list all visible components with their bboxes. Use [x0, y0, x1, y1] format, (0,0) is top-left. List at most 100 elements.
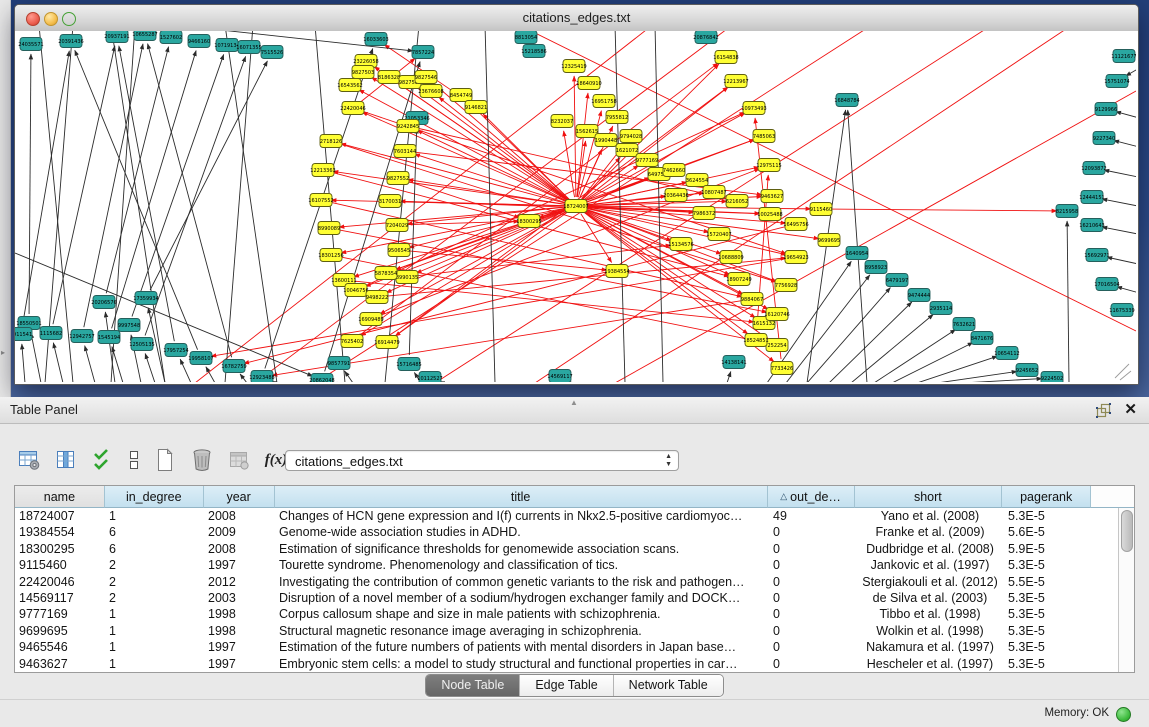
- graph-node[interactable]: 20862048: [309, 374, 334, 383]
- graph-edge[interactable]: [53, 46, 115, 324]
- graph-edge[interactable]: [485, 31, 495, 382]
- column-header-year[interactable]: year: [204, 486, 275, 508]
- table-row[interactable]: 946554611997Estimation of the future num…: [15, 639, 1119, 655]
- graph-node[interactable]: 15751074: [1104, 75, 1129, 88]
- graph-node[interactable]: 16848784: [834, 94, 859, 107]
- tab-network-table[interactable]: Network Table: [613, 675, 723, 696]
- graph-node[interactable]: 20364436: [663, 189, 688, 202]
- graph-node[interactable]: 252254: [766, 339, 788, 352]
- graph-edge[interactable]: [830, 209, 1057, 211]
- cell-title[interactable]: Structural magnetic resonance image aver…: [275, 623, 769, 639]
- graph-edge[interactable]: [1102, 227, 1136, 235]
- cell-outde[interactable]: 0: [769, 656, 856, 672]
- graph-edge[interactable]: [1067, 221, 1069, 382]
- graph-node[interactable]: 7986372: [693, 207, 715, 220]
- cell-indegree[interactable]: 2: [105, 574, 204, 590]
- graph-edge[interactable]: [408, 251, 607, 270]
- graph-node[interactable]: 10112527: [417, 372, 442, 383]
- graph-node[interactable]: 9463627: [761, 190, 783, 203]
- cell-short[interactable]: Franke et al. (2009): [856, 524, 1004, 540]
- graph-edge[interactable]: [962, 379, 1042, 382]
- cell-pagerank[interactable]: 5.3E-5: [1004, 623, 1093, 639]
- cell-outde[interactable]: 0: [769, 524, 856, 540]
- graph-node[interactable]: 10807487: [701, 186, 726, 199]
- graph-node[interactable]: 7515526: [261, 46, 283, 59]
- graph-edge[interactable]: [1116, 112, 1136, 119]
- graph-node[interactable]: 12505135: [129, 338, 154, 351]
- graph-node[interactable]: 9827503: [352, 66, 374, 79]
- delete-column-icon[interactable]: [189, 447, 215, 473]
- graph-node[interactable]: 16107552: [308, 194, 333, 207]
- graph-node[interactable]: 3170031: [379, 195, 401, 208]
- cell-pagerank[interactable]: 5.9E-5: [1004, 541, 1093, 557]
- memory-status-icon[interactable]: [1116, 707, 1131, 722]
- cell-title[interactable]: Corpus callosum shape and size in male p…: [275, 606, 769, 622]
- cell-short[interactable]: Jankovic et al. (1997): [856, 557, 1004, 573]
- cell-outde[interactable]: 0: [769, 574, 856, 590]
- cell-indegree[interactable]: 1: [105, 639, 204, 655]
- graph-edge[interactable]: [145, 56, 246, 335]
- graph-edge[interactable]: [145, 353, 155, 382]
- graph-node[interactable]: 5878354: [375, 267, 397, 280]
- cell-pagerank[interactable]: 5.3E-5: [1004, 656, 1093, 672]
- graph-node[interactable]: 9224502: [1041, 372, 1063, 383]
- table-row[interactable]: 1872400712008Changes of HCN gene express…: [15, 508, 1119, 524]
- graph-node[interactable]: 10025488: [757, 208, 782, 221]
- graph-node[interactable]: 18524851: [743, 334, 768, 347]
- row-height-icon[interactable]: [127, 447, 141, 473]
- graph-node[interactable]: 9498222: [366, 291, 388, 304]
- cell-indegree[interactable]: 6: [105, 524, 204, 540]
- graph-edge[interactable]: [244, 226, 788, 363]
- graph-node[interactable]: 1115682: [40, 327, 62, 340]
- graph-node[interactable]: 14569117: [547, 370, 572, 383]
- graph-node[interactable]: 15692971: [1084, 249, 1109, 262]
- graph-edge[interactable]: [1115, 364, 1129, 378]
- table-row[interactable]: 1830029562008Estimation of significance …: [15, 541, 1119, 557]
- graph-node[interactable]: 9227340: [1093, 132, 1115, 145]
- graph-node[interactable]: 16120746: [764, 308, 789, 321]
- graph-node[interactable]: 9699695: [818, 234, 840, 247]
- graph-edge[interactable]: [225, 31, 253, 382]
- graph-node[interactable]: 7603144: [394, 145, 416, 158]
- cell-name[interactable]: 9777169: [15, 606, 105, 622]
- cell-title[interactable]: Estimation of significance thresholds fo…: [275, 541, 769, 557]
- cell-year[interactable]: 1998: [204, 606, 275, 622]
- graph-node[interactable]: 1640954: [846, 247, 868, 260]
- column-header-short[interactable]: short: [855, 486, 1003, 508]
- graph-node[interactable]: 16071355: [236, 41, 261, 54]
- cell-short[interactable]: Nakamura et al. (1997): [856, 639, 1004, 655]
- graph-edge[interactable]: [240, 374, 247, 382]
- cell-name[interactable]: 22420046: [15, 574, 105, 590]
- cell-short[interactable]: Wolkin et al. (1998): [856, 623, 1004, 639]
- cell-pagerank[interactable]: 5.3E-5: [1004, 606, 1093, 622]
- graph-edge[interactable]: [829, 302, 912, 382]
- cell-year[interactable]: 1997: [204, 639, 275, 655]
- graph-node[interactable]: 11121677: [1111, 50, 1136, 63]
- graph-node[interactable]: 9884067: [741, 293, 763, 306]
- graph-hub-node[interactable]: 18724007: [563, 200, 588, 213]
- graph-node[interactable]: 20391436: [58, 35, 83, 48]
- graph-edge[interactable]: [1120, 371, 1131, 380]
- graph-edge[interactable]: [727, 371, 731, 382]
- graph-edge[interactable]: [615, 91, 1136, 382]
- graph-node[interactable]: 18640910: [576, 77, 601, 90]
- graph-edge[interactable]: [31, 333, 41, 382]
- graph-edge[interactable]: [851, 314, 933, 382]
- graph-node[interactable]: 24035571: [18, 38, 43, 51]
- graph-node[interactable]: 18907249: [726, 273, 751, 286]
- graph-node[interactable]: 7955812: [606, 111, 628, 124]
- graph-node[interactable]: 15134576: [668, 238, 693, 251]
- graph-node[interactable]: 7756928: [775, 279, 797, 292]
- cell-name[interactable]: 9465546: [15, 639, 105, 655]
- cell-short[interactable]: Hescheler et al. (1997): [856, 656, 1004, 672]
- graph-node[interactable]: 8990089: [318, 222, 340, 235]
- cell-indegree[interactable]: 6: [105, 541, 204, 557]
- graph-node[interactable]: 6216052: [726, 195, 748, 208]
- cell-pagerank[interactable]: 5.3E-5: [1004, 508, 1093, 524]
- graph-node[interactable]: 12325419: [561, 60, 586, 73]
- column-header-indegree[interactable]: in_degree: [105, 486, 204, 508]
- graph-node[interactable]: 23676608: [418, 85, 443, 98]
- graph-node[interactable]: 22420046: [340, 102, 365, 115]
- graph-node[interactable]: 12093872: [1081, 162, 1106, 175]
- graph-node[interactable]: 19654923: [783, 251, 808, 264]
